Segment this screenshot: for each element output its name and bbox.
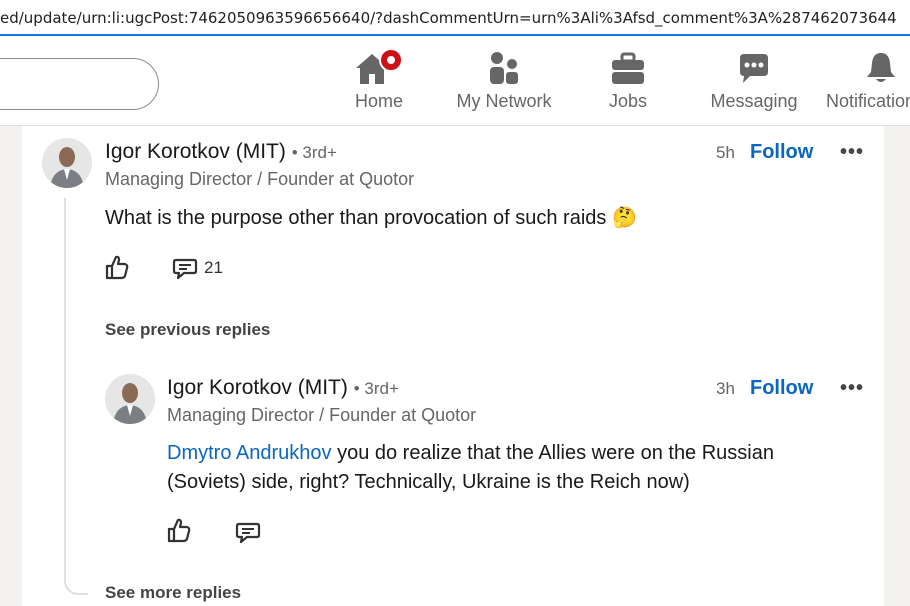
- reply-like-button[interactable]: [166, 516, 192, 549]
- nav-home[interactable]: Home: [346, 48, 412, 112]
- reply-timestamp: 3h: [716, 379, 735, 398]
- avatar[interactable]: [42, 138, 92, 188]
- url-text: ed/update/urn:li:ugcPost:746205096359665…: [0, 9, 897, 27]
- see-previous-replies-link[interactable]: See previous replies: [105, 320, 270, 340]
- reply-button[interactable]: 21: [172, 256, 223, 280]
- comment-author[interactable]: Igor Korotkov (MIT) • 3rd+: [105, 140, 337, 164]
- like-button[interactable]: [104, 253, 130, 286]
- reply-text: Dmytro Andrukhov you do realize that the…: [167, 439, 857, 497]
- author-name[interactable]: Igor Korotkov (MIT): [105, 140, 286, 163]
- thread-line: [64, 198, 88, 595]
- avatar-photo-icon: [105, 374, 155, 424]
- bell-icon: [861, 48, 910, 88]
- search-input[interactable]: [0, 58, 159, 110]
- thumbs-up-icon: [105, 255, 129, 280]
- briefcase-icon: [600, 48, 656, 88]
- nav-my-network[interactable]: My Network: [450, 48, 558, 112]
- thinking-emoji: 🤔: [611, 207, 637, 229]
- nav-notifications[interactable]: Notifications: [826, 48, 910, 112]
- nav-jobs-label: Jobs: [608, 91, 648, 111]
- reply-author-name[interactable]: Igor Korotkov (MIT): [167, 376, 348, 399]
- follow-button[interactable]: Follow: [750, 141, 813, 164]
- reply-follow-button[interactable]: Follow: [750, 377, 813, 400]
- reply-connection-degree: • 3rd+: [353, 379, 399, 398]
- nav-jobs[interactable]: Jobs: [600, 48, 656, 112]
- comment-icon: [235, 522, 261, 544]
- comment-text: What is the purpose other than provocati…: [105, 204, 637, 233]
- more-options-icon[interactable]: •••: [840, 141, 864, 164]
- nav-notifications-label: Notifications: [826, 91, 910, 111]
- reply-avatar[interactable]: [105, 374, 155, 424]
- reply-count: 21: [204, 258, 223, 277]
- nav-home-label: Home: [354, 91, 403, 111]
- messaging-icon: [704, 48, 804, 88]
- address-bar[interactable]: ed/update/urn:li:ugcPost:746205096359665…: [0, 0, 910, 36]
- see-more-replies-link[interactable]: See more replies: [105, 583, 241, 603]
- reply-author-headline: Managing Director / Founder at Quotor: [167, 405, 477, 425]
- connection-degree: • 3rd+: [291, 143, 337, 162]
- mention-link[interactable]: Dmytro Andrukhov: [167, 442, 332, 464]
- author-headline: Managing Director / Founder at Quotor: [105, 169, 415, 189]
- avatar-photo-icon: [42, 138, 92, 188]
- comment-card: Igor Korotkov (MIT) • 3rd+ Managing Dire…: [22, 126, 884, 606]
- nav-my-network-label: My Network: [456, 91, 552, 111]
- top-nav: Home My Network Jobs Messaging Notificat…: [0, 36, 910, 126]
- reply-author[interactable]: Igor Korotkov (MIT) • 3rd+: [167, 376, 399, 400]
- nav-messaging[interactable]: Messaging: [704, 48, 804, 112]
- comment-body: What is the purpose other than provocati…: [105, 207, 607, 229]
- network-icon: [450, 48, 558, 88]
- reply-more-options-icon[interactable]: •••: [840, 377, 864, 400]
- reply-reply-button[interactable]: [235, 520, 261, 549]
- nav-messaging-label: Messaging: [710, 91, 798, 111]
- comment-timestamp: 5h: [716, 143, 735, 162]
- thumbs-up-icon: [167, 518, 191, 543]
- comment-icon: [172, 258, 198, 280]
- home-icon: [346, 48, 412, 88]
